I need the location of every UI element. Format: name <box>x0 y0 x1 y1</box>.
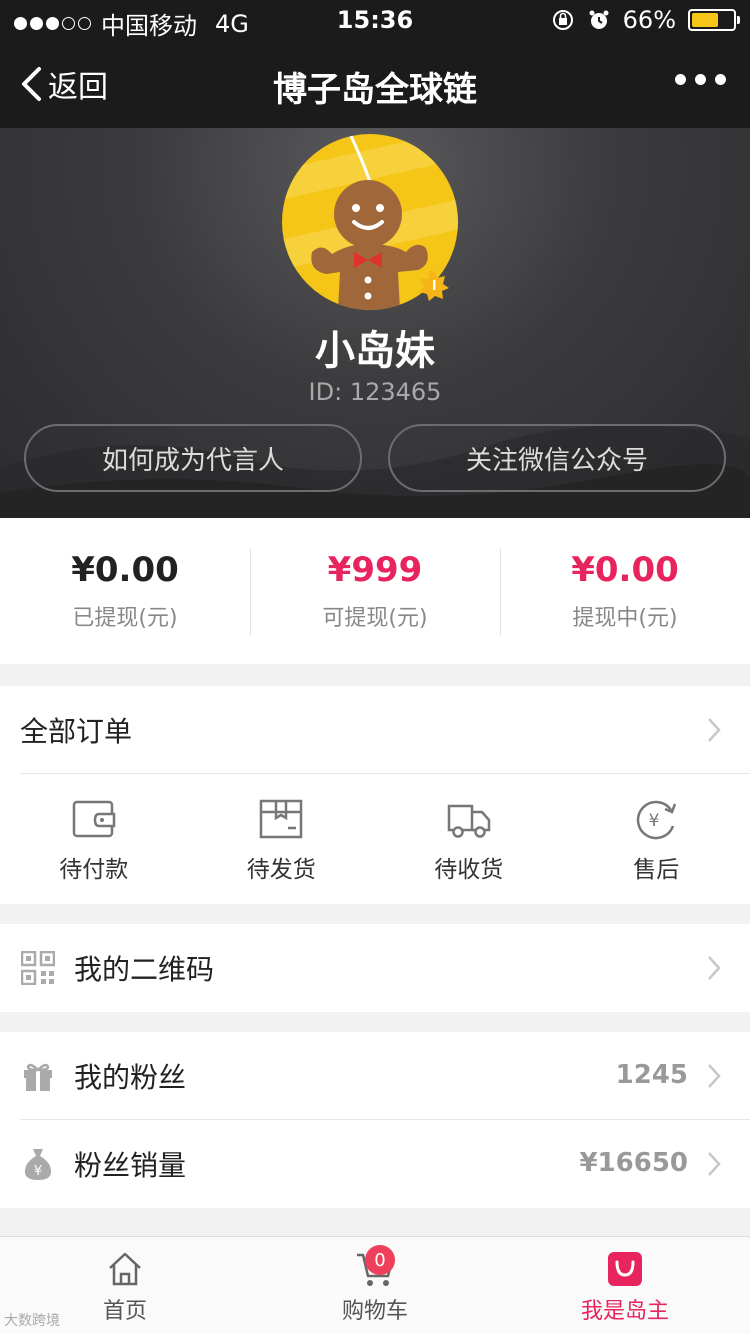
tab-cart[interactable]: 0 购物车 <box>250 1237 500 1334</box>
my-qrcode-label: 我的二维码 <box>74 953 215 986</box>
become-ambassador-button[interactable]: 如何成为代言人 <box>24 424 362 492</box>
wallet-icon <box>72 800 115 838</box>
fan-sales-label: 粉丝销量 <box>74 1149 187 1182</box>
order-label: 待收货 <box>434 857 504 883</box>
truck-icon <box>447 804 490 838</box>
nav-bar: 返回 博子岛全球链 <box>0 40 750 128</box>
stat-label: 提现中(元) <box>572 606 678 631</box>
cart-badge: 0 <box>365 1245 395 1275</box>
avatar[interactable] <box>282 134 458 310</box>
user-name: 小岛妹 <box>315 328 435 374</box>
earnings-stats: ¥0.00 已提现(元) ¥999 可提现(元) ¥0.00 提现中(元) <box>0 518 750 664</box>
stat-value: ¥999 <box>327 550 423 590</box>
order-label: 待付款 <box>59 857 129 883</box>
box-icon <box>260 799 303 839</box>
order-after-sales[interactable]: ¥ 售后 <box>563 776 750 904</box>
stat-value: ¥0.00 <box>571 550 679 590</box>
fans-card: 我的粉丝 1245 ¥ 粉丝销量 ¥16650 <box>0 1032 750 1208</box>
svg-text:¥: ¥ <box>34 1164 42 1179</box>
refund-icon: ¥ <box>637 800 677 840</box>
qrcode-card: 我的二维码 <box>0 924 750 1012</box>
tab-bar: 首页 0 购物车 我是岛主 <box>0 1236 750 1334</box>
page-title: 博子岛全球链 <box>273 70 477 110</box>
qrcode-icon <box>20 950 56 986</box>
user-id: ID: 123465 <box>308 378 442 406</box>
all-orders-row[interactable]: 全部订单 <box>0 686 750 774</box>
bag-icon <box>608 1252 642 1286</box>
stat-withdrawn[interactable]: ¥0.00 已提现(元) <box>0 518 250 664</box>
gift-icon <box>20 1058 56 1094</box>
chevron-right-icon <box>708 1152 721 1176</box>
stat-label: 已提现(元) <box>72 606 178 631</box>
stat-withdrawing[interactable]: ¥0.00 提现中(元) <box>500 518 750 664</box>
tab-island-owner[interactable]: 我是岛主 <box>500 1237 750 1334</box>
home-icon <box>109 1252 141 1286</box>
chevron-right-icon <box>708 956 721 980</box>
order-pending-payment[interactable]: 待付款 <box>0 776 188 904</box>
order-label: 售后 <box>633 857 680 883</box>
battery-icon <box>688 9 740 31</box>
more-dot <box>715 74 726 85</box>
stat-withdrawable[interactable]: ¥999 可提现(元) <box>250 518 500 664</box>
chevron-right-icon <box>708 1064 721 1088</box>
all-orders-label: 全部订单 <box>20 715 133 748</box>
rotation-lock-icon <box>552 10 573 30</box>
money-bag-icon: ¥ <box>20 1146 56 1182</box>
battery-percent: 66% <box>622 6 676 34</box>
fan-sales-row[interactable]: ¥ 粉丝销量 ¥16650 <box>0 1120 750 1208</box>
badge-icon <box>419 271 449 301</box>
tab-label: 首页 <box>102 1299 147 1324</box>
my-qrcode-row[interactable]: 我的二维码 <box>0 924 750 1012</box>
orders-card: 全部订单 待付款 待发货 待收货 ¥ 售后 <box>0 686 750 904</box>
stat-value: ¥0.00 <box>71 550 179 590</box>
fan-sales-value: ¥16650 <box>579 1148 688 1178</box>
my-fans-label: 我的粉丝 <box>74 1061 187 1094</box>
chevron-right-icon <box>708 718 721 742</box>
watermark: 大数跨境 <box>4 1313 60 1329</box>
svg-text:¥: ¥ <box>649 811 660 831</box>
tab-label: 购物车 <box>341 1299 408 1324</box>
my-fans-row[interactable]: 我的粉丝 1245 <box>0 1032 750 1120</box>
follow-wechat-button[interactable]: 关注微信公众号 <box>388 424 726 492</box>
stat-label: 可提现(元) <box>322 606 428 631</box>
status-bar: 中国移动 4G 15:36 66% <box>0 0 750 40</box>
more-menu-button[interactable] <box>675 74 726 85</box>
more-dot <box>675 74 686 85</box>
fans-count: 1245 <box>615 1060 688 1090</box>
order-pending-shipment[interactable]: 待发货 <box>188 776 376 904</box>
more-dot <box>695 74 706 85</box>
profile-header: 小岛妹 ID: 123465 如何成为代言人 关注微信公众号 <box>0 128 750 518</box>
alarm-icon <box>589 10 609 29</box>
order-label: 待发货 <box>246 857 316 883</box>
divider <box>20 773 750 774</box>
order-pending-receipt[interactable]: 待收货 <box>375 776 563 904</box>
tab-label: 我是岛主 <box>580 1299 669 1324</box>
